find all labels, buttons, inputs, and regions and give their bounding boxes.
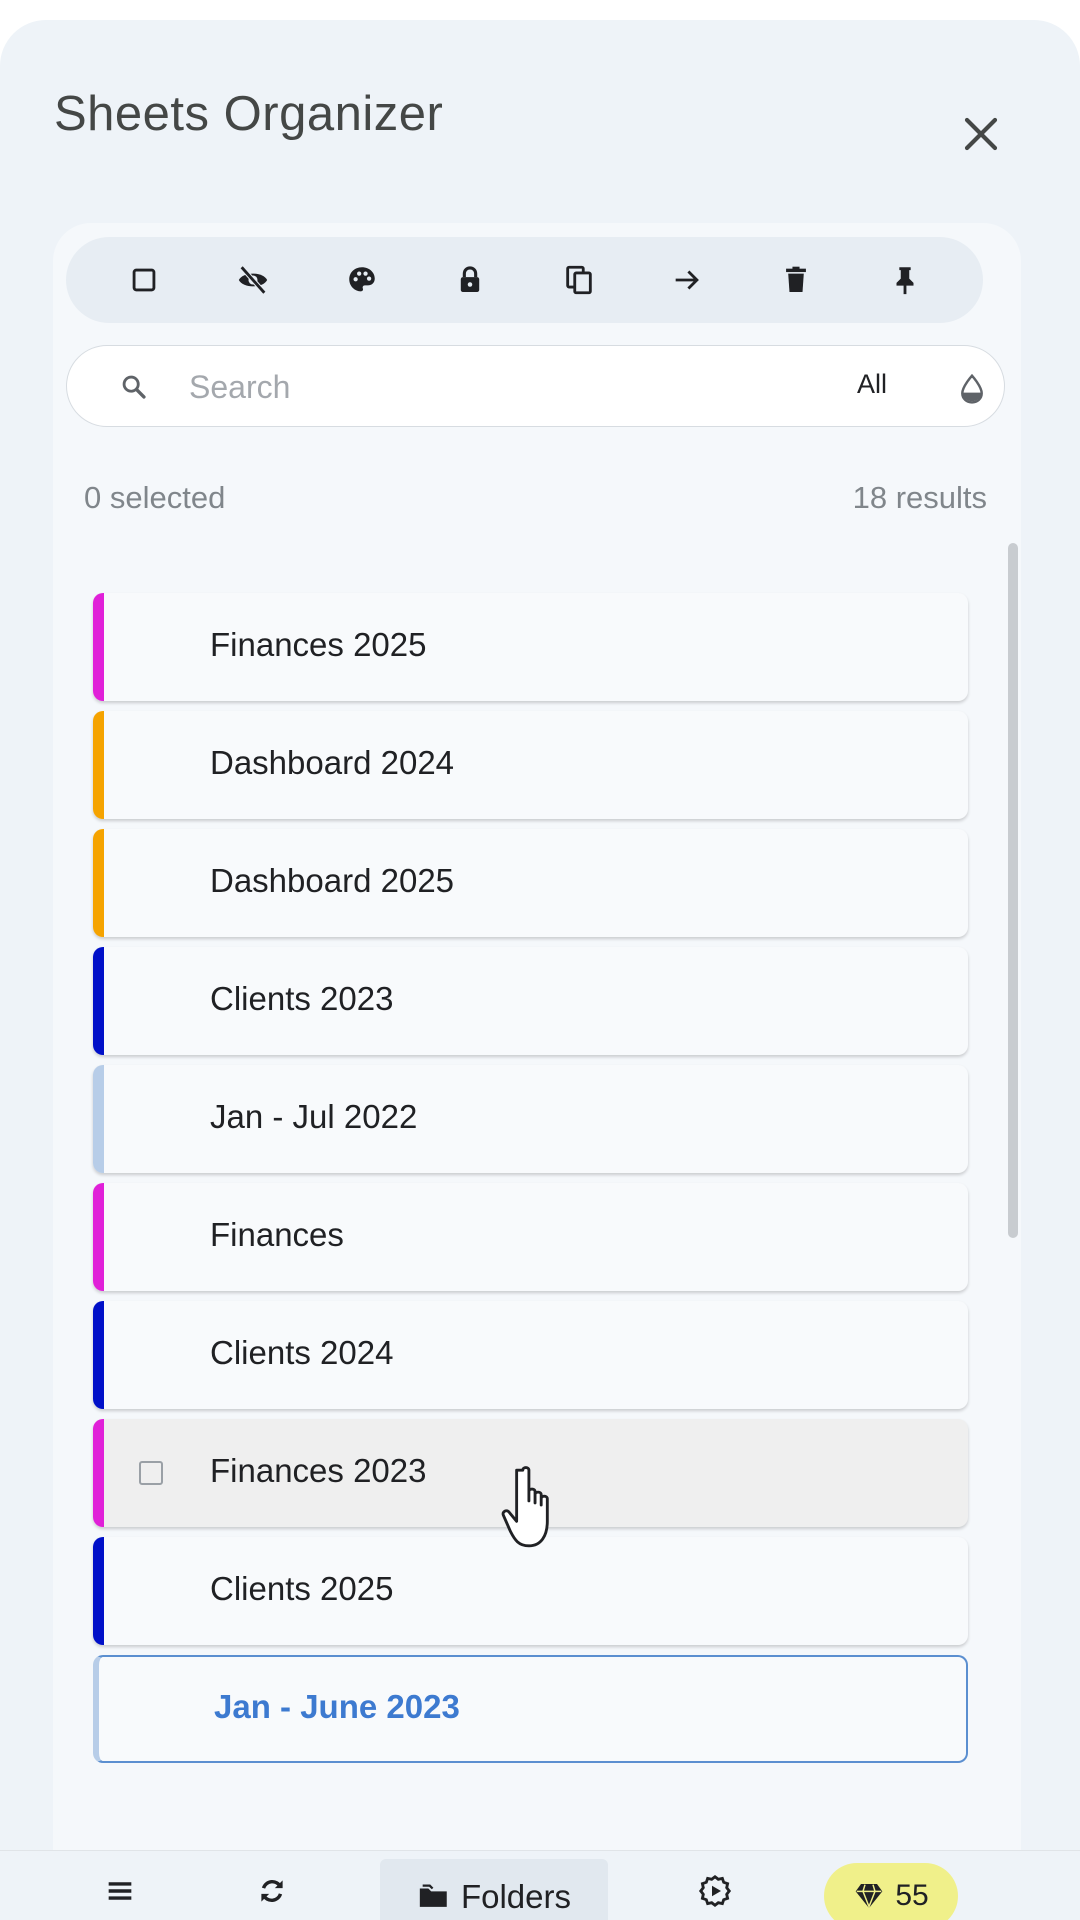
hand-cursor-icon <box>501 1466 549 1548</box>
palette-icon <box>348 267 375 292</box>
sheet-color-bar <box>93 711 104 819</box>
sheet-row[interactable]: Dashboard 2024 <box>93 711 968 819</box>
sheet-row[interactable]: Dashboard 2025 <box>93 829 968 937</box>
action-toolbar <box>66 237 983 323</box>
sheet-color-bar <box>93 1065 104 1173</box>
sheet-name: Clients 2023 <box>210 980 394 1017</box>
trash-icon <box>786 266 806 293</box>
sheet-row[interactable]: Clients 2023 <box>93 947 968 1055</box>
selected-count: 0 selected <box>84 480 226 515</box>
sheet-name: Dashboard 2024 <box>210 744 455 781</box>
move-button[interactable] <box>659 252 715 308</box>
sheet-name: Finances 2023 <box>210 1452 427 1489</box>
sheet-row[interactable]: Clients 2025 <box>93 1537 968 1645</box>
eye-off-icon <box>238 265 268 295</box>
folders-label: Folders <box>460 1878 572 1915</box>
delete-button[interactable] <box>768 252 824 308</box>
refresh-icon <box>261 1880 283 1902</box>
sheet-color-bar <box>93 1183 104 1291</box>
sheet-name: Finances 2025 <box>210 626 427 663</box>
settings-icon <box>698 1874 732 1908</box>
folders-tab[interactable]: Folders <box>380 1859 608 1920</box>
bottom-nav: Folders 55 <box>0 1850 1080 1920</box>
refresh-button[interactable] <box>232 1851 312 1920</box>
sheet-name: Jan - Jul 2022 <box>210 1098 418 1135</box>
close-button[interactable] <box>952 105 1010 163</box>
color-drop-icon[interactable] <box>957 372 987 406</box>
sheet-list: Finances 2025 Dashboard 2024 Dashboard 202… <box>93 593 968 1773</box>
copy-button[interactable] <box>551 252 607 308</box>
sheet-name: Finances <box>210 1216 344 1253</box>
close-icon <box>964 117 998 151</box>
gems-badge[interactable]: 55 <box>824 1863 958 1920</box>
pin-icon <box>896 267 914 295</box>
diamond-icon <box>855 1884 883 1909</box>
pin-button[interactable] <box>877 252 933 308</box>
sheet-row[interactable]: Jan - Jul 2022 <box>93 1065 968 1173</box>
sheet-color-bar <box>93 1537 104 1645</box>
folder-icon <box>419 1884 447 1907</box>
sheet-row[interactable]: Clients 2024 <box>93 1301 968 1409</box>
sheet-color-bar <box>93 1419 104 1527</box>
sheet-color-bar <box>93 1301 104 1409</box>
lock-icon <box>460 266 480 293</box>
sheet-row[interactable]: Jan - June 2023 <box>93 1655 968 1763</box>
sheet-name: Dashboard 2025 <box>210 862 455 899</box>
hide-button[interactable] <box>225 252 281 308</box>
sheet-color-bar <box>93 947 104 1055</box>
search-icon <box>122 375 146 399</box>
gems-count: 55 <box>895 1879 929 1912</box>
scrollbar[interactable] <box>1008 543 1018 1238</box>
sheet-checkbox[interactable] <box>139 1461 163 1485</box>
sheet-row[interactable]: Finances 2025 <box>93 593 968 701</box>
sheet-color-bar <box>93 829 104 937</box>
sheet-name: Clients 2025 <box>210 1570 394 1607</box>
sheet-row[interactable]: Finances <box>93 1183 968 1291</box>
sheet-color-bar <box>93 593 104 701</box>
search-bar: All <box>66 345 1005 427</box>
color-button[interactable] <box>334 252 390 308</box>
results-count: 18 results <box>852 480 987 515</box>
select-all-button[interactable] <box>116 252 172 308</box>
filter-all-toggle[interactable]: All <box>857 369 887 400</box>
arrow-right-icon <box>676 270 700 290</box>
search-input[interactable] <box>187 360 691 414</box>
lock-button[interactable] <box>442 252 498 308</box>
sheet-name: Jan - June 2023 <box>214 1688 460 1725</box>
organizer-panel: Sheets Organizer Search All 0 selected 1… <box>0 20 1080 1920</box>
sheet-name: Clients 2024 <box>210 1334 394 1371</box>
menu-icon <box>108 1882 132 1900</box>
sheets-card: All 0 selected 18 results Finances 2025 D… <box>53 223 1021 1851</box>
settings-button[interactable] <box>675 1851 755 1920</box>
checkbox-icon <box>132 268 156 292</box>
copy-icon <box>566 265 592 295</box>
menu-button[interactable] <box>80 1851 160 1920</box>
panel-title: Sheets Organizer <box>54 87 444 141</box>
